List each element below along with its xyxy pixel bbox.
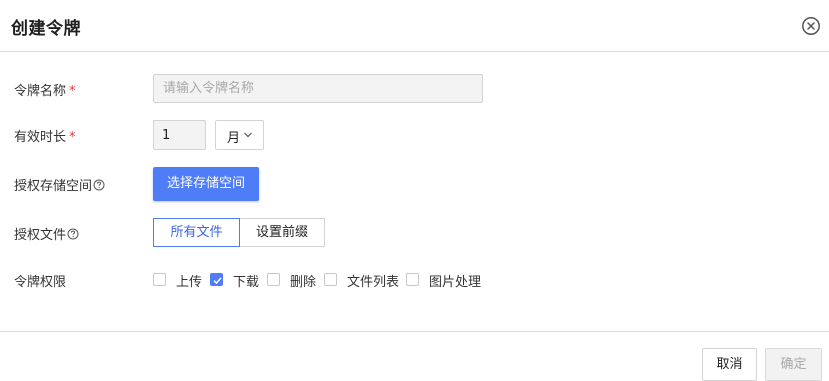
checkbox-box (153, 273, 166, 286)
storage-label: 授权存储空间 (14, 175, 105, 194)
storage-row: 授权存储空间 选择存储空间 (0, 167, 829, 201)
chevron-down-icon (244, 132, 252, 138)
duration-label-text: 有效时长 (14, 130, 67, 145)
permission-image-processing-checkbox[interactable]: 图片处理 (406, 270, 486, 290)
files-label: 授权文件 (14, 224, 79, 243)
checkbox-label: 图片处理 (429, 275, 482, 290)
permissions-label: 令牌权限 (14, 275, 67, 290)
permissions-row: 令牌权限 上传 下载 删除 文件列表 图片处理 (0, 270, 829, 290)
checkbox-label: 上传 (176, 275, 203, 290)
checkbox-box (324, 273, 337, 286)
checkbox-label: 下载 (233, 275, 260, 290)
set-prefix-option[interactable]: 设置前缀 (239, 218, 325, 247)
check-icon (213, 277, 222, 285)
select-storage-button[interactable]: 选择存储空间 (153, 167, 259, 201)
required-mark: * (69, 84, 76, 99)
files-row: 授权文件 所有文件 设置前缀 (0, 218, 829, 247)
close-icon[interactable] (801, 16, 821, 36)
footer-divider (0, 331, 829, 332)
token-name-label-text: 令牌名称 (14, 84, 67, 99)
permission-upload-checkbox[interactable]: 上传 (153, 270, 203, 290)
checkbox-box (210, 273, 223, 286)
required-mark: * (69, 130, 76, 145)
files-label-text: 授权文件 (14, 228, 67, 243)
token-name-row: 令牌名称 * (0, 74, 829, 104)
permissions-checkbox-group: 上传 下载 删除 文件列表 图片处理 (153, 270, 493, 290)
duration-row: 有效时长* 月 (0, 120, 829, 151)
storage-label-text: 授权存储空间 (14, 179, 93, 194)
permission-download-checkbox[interactable]: 下载 (210, 270, 260, 290)
question-circle-icon[interactable] (67, 228, 79, 240)
permission-delete-checkbox[interactable]: 删除 (267, 270, 317, 290)
dialog-header: 创建令牌 (0, 0, 829, 52)
duration-value-input[interactable] (153, 120, 206, 150)
dialog-title: 创建令牌 (11, 19, 81, 39)
checkbox-label: 删除 (290, 275, 317, 290)
permission-file-list-checkbox[interactable]: 文件列表 (324, 270, 404, 290)
duration-unit-value: 月 (227, 131, 241, 146)
checkbox-box (267, 273, 280, 286)
checkbox-label: 文件列表 (347, 275, 400, 290)
question-circle-icon[interactable] (93, 179, 105, 191)
files-segmented-control: 所有文件 设置前缀 (153, 218, 325, 247)
duration-label: 有效时长 * (14, 126, 76, 145)
token-name-label: 令牌名称 * (14, 80, 76, 99)
all-files-option[interactable]: 所有文件 (153, 218, 240, 247)
token-name-input[interactable] (153, 74, 483, 103)
cancel-button[interactable]: 取消 (702, 348, 757, 381)
confirm-button[interactable]: 确定 (765, 348, 822, 381)
checkbox-box (406, 273, 419, 286)
create-token-dialog: 创建令牌 令牌名称* 有效时长* 月 授权存储空间 选择存储空间 授权文件 (0, 0, 829, 381)
duration-unit-select[interactable]: 月 (215, 120, 264, 150)
